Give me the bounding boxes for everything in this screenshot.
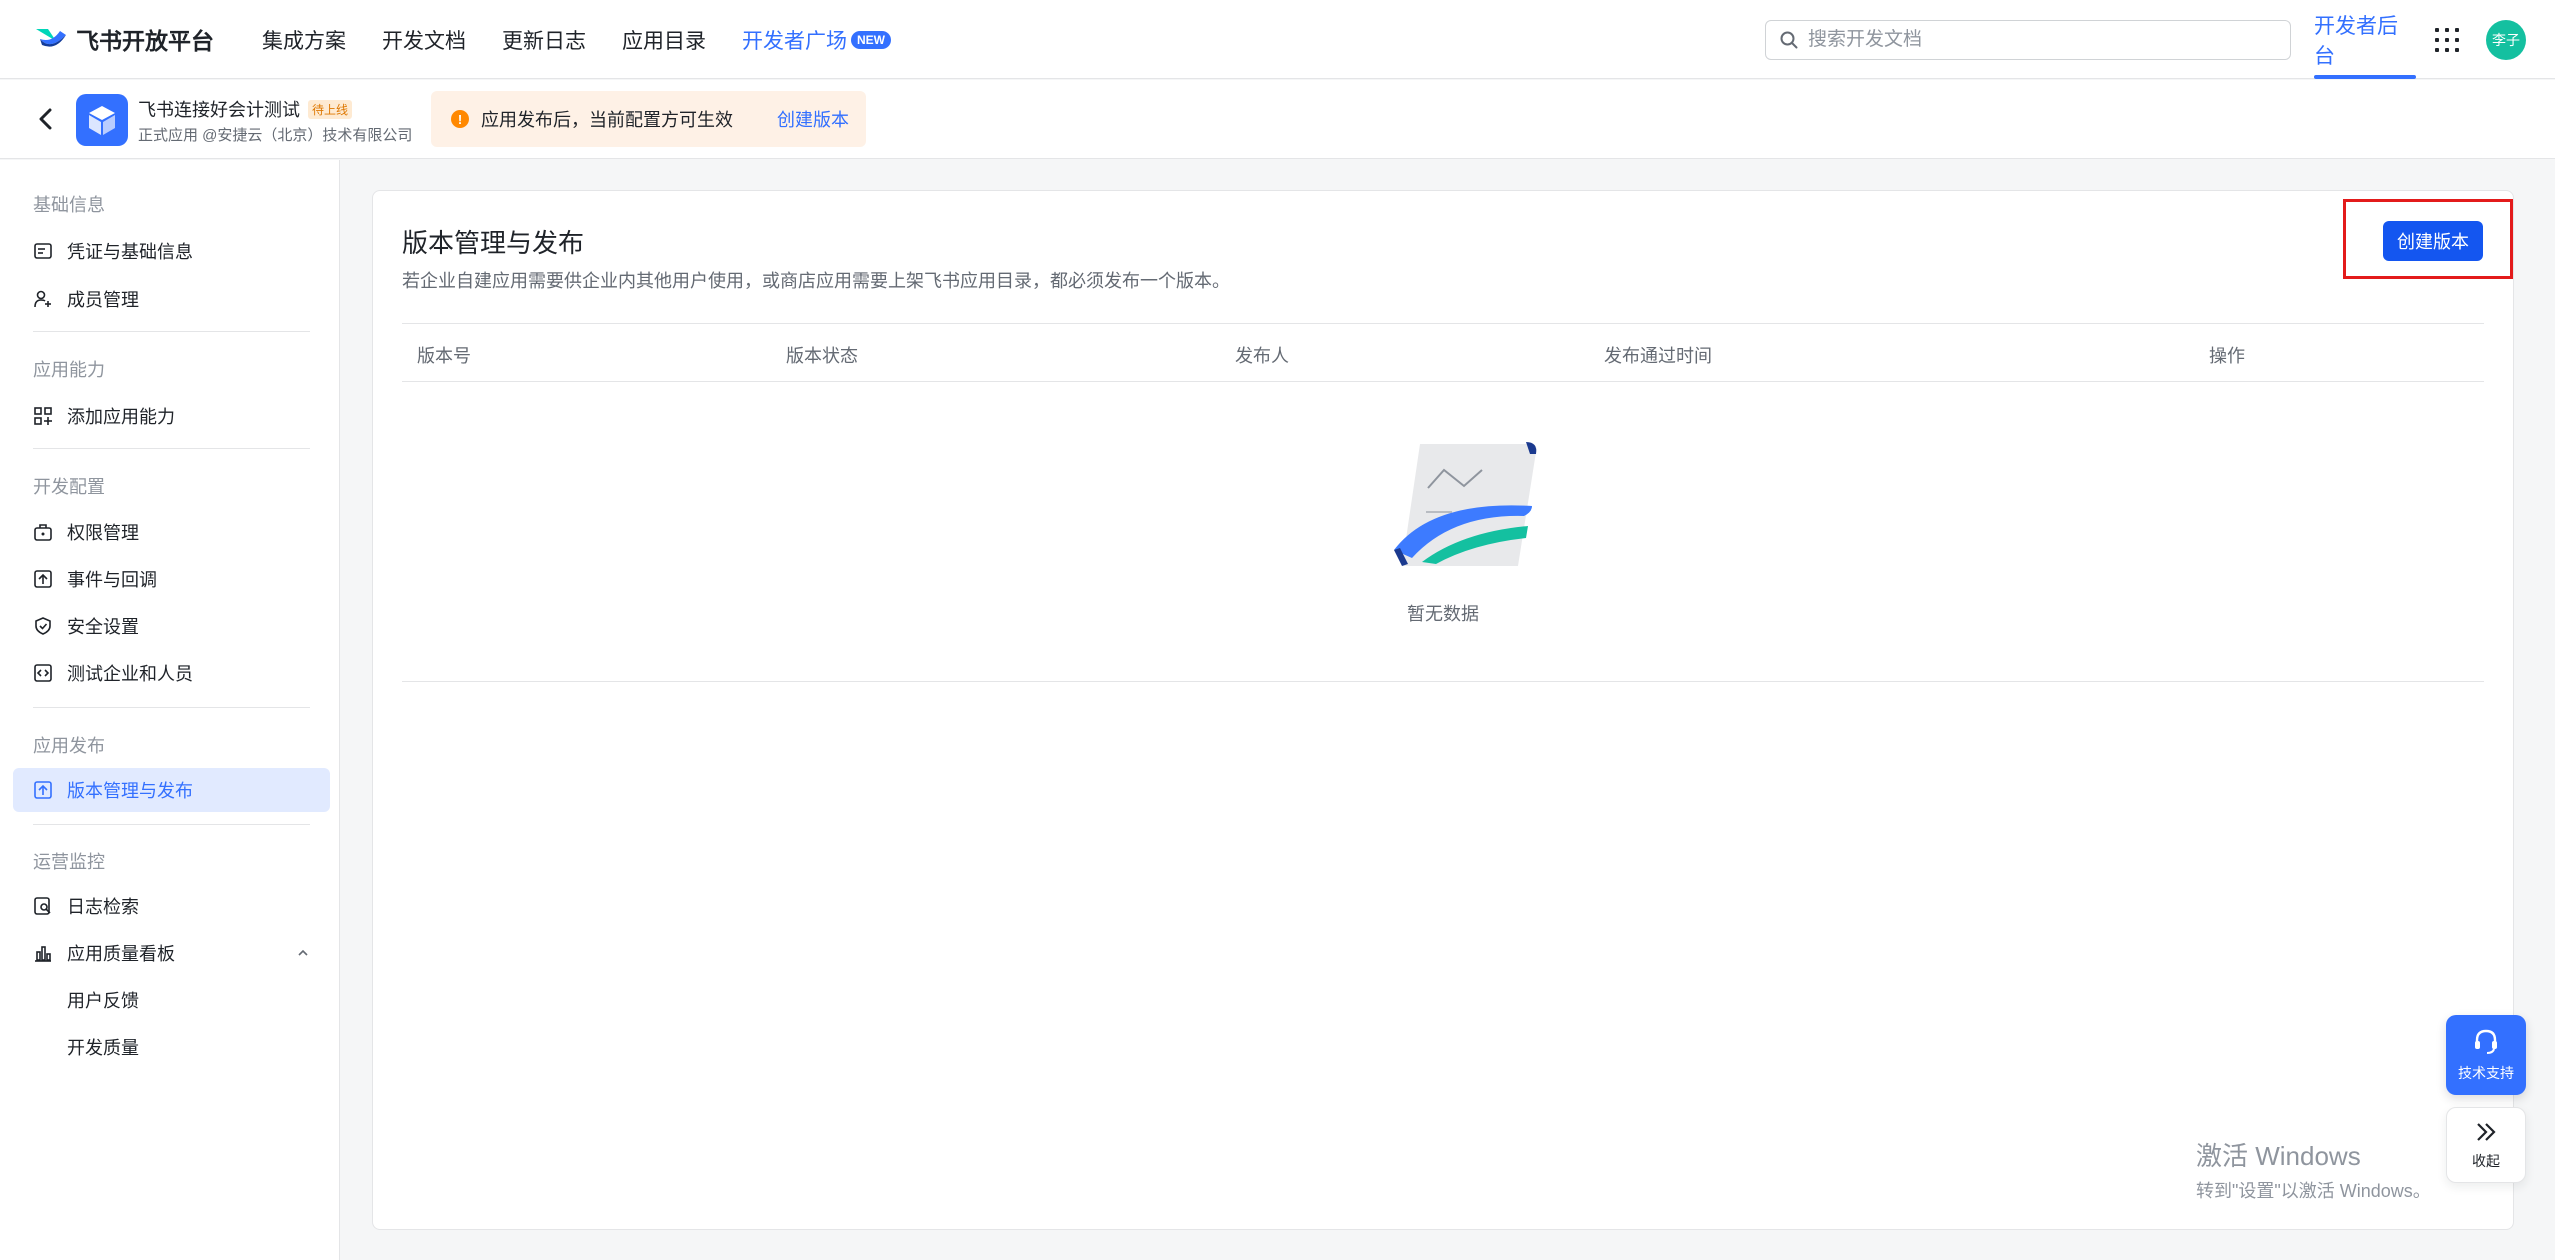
sidebar: 基础信息 凭证与基础信息 成员管理 应用能力 添加应用能力 开发配置 权限管理 … xyxy=(0,160,340,1260)
column-actions: 操作 xyxy=(2209,346,2245,366)
search-input[interactable] xyxy=(1808,29,2248,51)
back-arrow-icon[interactable] xyxy=(34,104,58,134)
watermark-line1: 激活 Windows xyxy=(2196,1141,2361,1171)
sidebar-item-label: 事件与回调 xyxy=(67,570,157,590)
sidebar-section-app-capability: 应用能力 xyxy=(33,360,105,380)
headset-icon xyxy=(2475,1029,2497,1054)
sidebar-item-label: 测试企业和人员 xyxy=(67,664,193,684)
column-version-status: 版本状态 xyxy=(786,346,858,366)
sidebar-subitem-user-feedback[interactable]: 用户反馈 xyxy=(13,978,330,1022)
code-icon xyxy=(33,663,53,683)
app-meta: 正式应用 @安捷云（北京）技术有限公司 xyxy=(138,127,413,144)
brand[interactable]: 飞书开放平台 xyxy=(34,22,214,56)
sidebar-item-label: 成员管理 xyxy=(67,290,139,310)
nav-item-changelog[interactable]: 更新日志 xyxy=(502,25,586,55)
sidebar-item-label: 权限管理 xyxy=(67,523,139,543)
column-publisher: 发布人 xyxy=(1235,346,1289,366)
collapse-label: 收起 xyxy=(2472,1153,2500,1169)
sidebar-divider xyxy=(33,331,310,332)
app-title: 飞书连接好会计测试 待上线 xyxy=(138,96,353,122)
sidebar-item-label: 应用质量看板 xyxy=(67,944,175,964)
id-card-icon xyxy=(33,241,53,261)
nav-item-app-directory[interactable]: 应用目录 xyxy=(622,25,706,55)
collapse-button[interactable]: 收起 xyxy=(2446,1107,2526,1183)
briefcase-icon xyxy=(33,522,53,542)
sidebar-item-label: 添加应用能力 xyxy=(67,407,175,427)
double-chevron-right-icon xyxy=(2477,1123,2496,1141)
chevron-up-icon[interactable] xyxy=(296,946,310,960)
page-description: 若企业自建应用需要供企业内其他用户使用，或商店应用需要上架飞书应用目录，都必须发… xyxy=(402,271,1230,291)
sidebar-item-members[interactable]: 成员管理 xyxy=(13,277,330,321)
sidebar-item-permissions[interactable]: 权限管理 xyxy=(13,510,330,554)
sidebar-item-label: 版本管理与发布 xyxy=(67,781,193,801)
app-name: 飞书连接好会计测试 xyxy=(138,100,300,120)
sidebar-subitem-dev-quality[interactable]: 开发质量 xyxy=(13,1025,330,1069)
table-header: 版本号 版本状态 发布人 发布通过时间 操作 xyxy=(402,323,2484,382)
upload-icon xyxy=(33,780,53,800)
sidebar-item-version-management[interactable]: 版本管理与发布 xyxy=(13,768,330,812)
tech-support-button[interactable]: 技术支持 xyxy=(2446,1015,2526,1095)
empty-document-illustration xyxy=(1394,442,1537,566)
column-version-number: 版本号 xyxy=(417,346,471,366)
sidebar-item-credentials[interactable]: 凭证与基础信息 xyxy=(13,229,330,273)
sidebar-divider xyxy=(33,707,310,708)
sidebar-section-app-release: 应用发布 xyxy=(33,736,105,756)
new-badge: NEW xyxy=(851,30,891,49)
sidebar-item-test-tenants[interactable]: 测试企业和人员 xyxy=(13,651,330,695)
log-search-icon xyxy=(33,896,53,916)
tech-support-label: 技术支持 xyxy=(2458,1065,2514,1081)
status-badge: 待上线 xyxy=(308,99,353,119)
empty-text: 暂无数据 xyxy=(1407,604,1479,624)
nav-item-docs[interactable]: 开发文档 xyxy=(382,25,466,55)
sidebar-item-security[interactable]: 安全设置 xyxy=(13,604,330,648)
warning-icon: ! xyxy=(451,110,469,128)
active-tab-underline xyxy=(2314,75,2416,79)
app-header: 飞书连接好会计测试 待上线 正式应用 @安捷云（北京）技术有限公司 ! 应用发布… xyxy=(0,80,2555,159)
notice-text: 应用发布后，当前配置方可生效 xyxy=(481,110,733,130)
sidebar-item-log-search[interactable]: 日志检索 xyxy=(13,884,330,928)
sidebar-item-label: 安全设置 xyxy=(67,617,139,637)
app-grid-icon[interactable] xyxy=(2435,28,2459,52)
sidebar-section-dev-config: 开发配置 xyxy=(33,477,105,497)
nav-item-developer-square-label: 开发者广场 xyxy=(742,29,847,53)
empty-state: 暂无数据 xyxy=(402,382,2484,682)
app-cube-icon xyxy=(76,94,128,146)
main-nav: 集成方案 开发文档 更新日志 应用目录 开发者广场 NEW xyxy=(262,0,927,79)
version-management-card: 版本管理与发布 若企业自建应用需要供企业内其他用户使用，或商店应用需要上架飞书应… xyxy=(372,190,2514,1230)
sidebar-divider xyxy=(33,824,310,825)
sidebar-section-monitoring: 运营监控 xyxy=(33,852,105,872)
search-icon xyxy=(1780,31,1798,49)
grid-add-icon xyxy=(33,406,53,426)
brand-name: 飞书开放平台 xyxy=(76,28,214,54)
shield-icon xyxy=(33,616,53,636)
sidebar-item-label: 凭证与基础信息 xyxy=(67,242,193,262)
create-version-button[interactable]: 创建版本 xyxy=(2383,221,2483,261)
publish-notice: ! 应用发布后，当前配置方可生效 创建版本 xyxy=(431,91,866,147)
sidebar-item-label: 日志检索 xyxy=(67,897,139,917)
windows-activation-watermark: 激活 Windows 转到"设置"以激活 Windows。 xyxy=(2196,1136,2431,1203)
top-navbar: 飞书开放平台 集成方案 开发文档 更新日志 应用目录 开发者广场 NEW 开发者… xyxy=(0,0,2555,79)
sidebar-item-add-capability[interactable]: 添加应用能力 xyxy=(13,394,330,438)
event-callback-icon xyxy=(33,569,53,589)
search-box[interactable] xyxy=(1765,20,2291,60)
sidebar-item-events[interactable]: 事件与回调 xyxy=(13,557,330,601)
column-approved-time: 发布通过时间 xyxy=(1604,346,1712,366)
bar-chart-icon xyxy=(33,943,53,963)
avatar[interactable]: 李子 xyxy=(2486,20,2526,60)
page-title: 版本管理与发布 xyxy=(402,228,585,258)
notice-create-version-link[interactable]: 创建版本 xyxy=(777,106,849,132)
nav-item-developer-square[interactable]: 开发者广场 NEW xyxy=(742,25,891,55)
user-add-icon xyxy=(33,289,53,309)
feishu-logo-icon xyxy=(36,29,66,47)
developer-console-link[interactable]: 开发者后台 xyxy=(2314,0,2416,79)
nav-item-solutions[interactable]: 集成方案 xyxy=(262,25,346,55)
watermark-line2: 转到"设置"以激活 Windows。 xyxy=(2196,1181,2431,1201)
sidebar-divider xyxy=(33,448,310,449)
sidebar-section-basic-info: 基础信息 xyxy=(33,195,105,215)
sidebar-item-quality-dashboard[interactable]: 应用质量看板 xyxy=(13,931,330,975)
